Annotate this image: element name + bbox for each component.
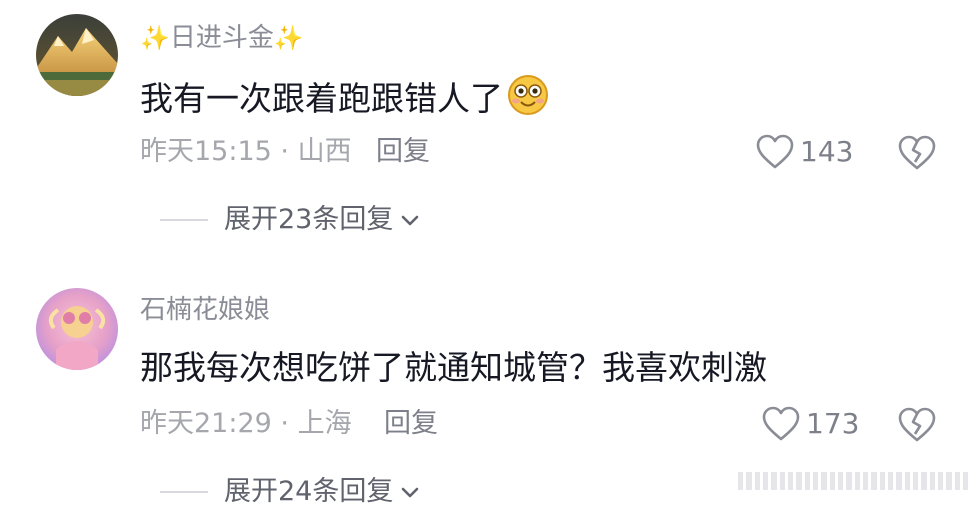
- heart-outline-icon: [762, 406, 800, 441]
- timestamp: 昨天21:29: [140, 408, 272, 439]
- comment-text: 我有一次跟着跑跟错人了: [140, 74, 549, 121]
- heart-outline-icon: [756, 134, 794, 169]
- divider-line: [160, 219, 208, 221]
- avatar[interactable]: [36, 288, 118, 370]
- location: 上海: [297, 408, 352, 439]
- sparkle-icon: ✨: [273, 24, 304, 52]
- expand-replies-label: 展开23条回复: [224, 204, 394, 235]
- like-button[interactable]: 173: [762, 404, 859, 444]
- sparkle-icon: ✨: [140, 24, 170, 52]
- chevron-down-icon: [402, 487, 419, 498]
- timestamp: 昨天15:15: [140, 136, 272, 167]
- broken-heart-icon[interactable]: [898, 134, 936, 172]
- username-text: 日进斗金: [169, 23, 274, 53]
- like-count: 173: [806, 407, 860, 440]
- location: 山西: [297, 136, 352, 167]
- divider-line: [160, 491, 208, 493]
- broken-heart-icon[interactable]: [898, 406, 936, 444]
- separator-dot: ·: [280, 136, 289, 167]
- expand-replies-button[interactable]: 展开24条回复: [160, 474, 421, 510]
- username[interactable]: 石楠花娘娘: [140, 294, 270, 326]
- comment-text-content: 我有一次跟着跑跟错人了: [140, 79, 503, 118]
- expand-replies-label: 展开24条回复: [224, 476, 394, 507]
- like-button[interactable]: 143: [756, 132, 853, 172]
- reply-button[interactable]: 回复: [384, 406, 438, 442]
- smiling-face-emoji-icon: [508, 75, 548, 115]
- separator-dot: ·: [280, 408, 289, 439]
- comment-text: 那我每次想吃饼了就通知城管？我喜欢刺激: [140, 348, 767, 387]
- expand-replies-button[interactable]: 展开23条回复: [160, 202, 421, 238]
- chevron-down-icon: [402, 215, 419, 226]
- username[interactable]: ✨日进斗金✨: [140, 22, 304, 54]
- comment-meta: 昨天15:15 · 山西: [140, 134, 352, 170]
- like-count: 143: [800, 135, 854, 168]
- avatar[interactable]: [36, 14, 118, 96]
- comment-meta: 昨天21:29 · 上海: [140, 406, 352, 442]
- watermark-pattern: [738, 470, 969, 492]
- reply-button[interactable]: 回复: [376, 134, 430, 170]
